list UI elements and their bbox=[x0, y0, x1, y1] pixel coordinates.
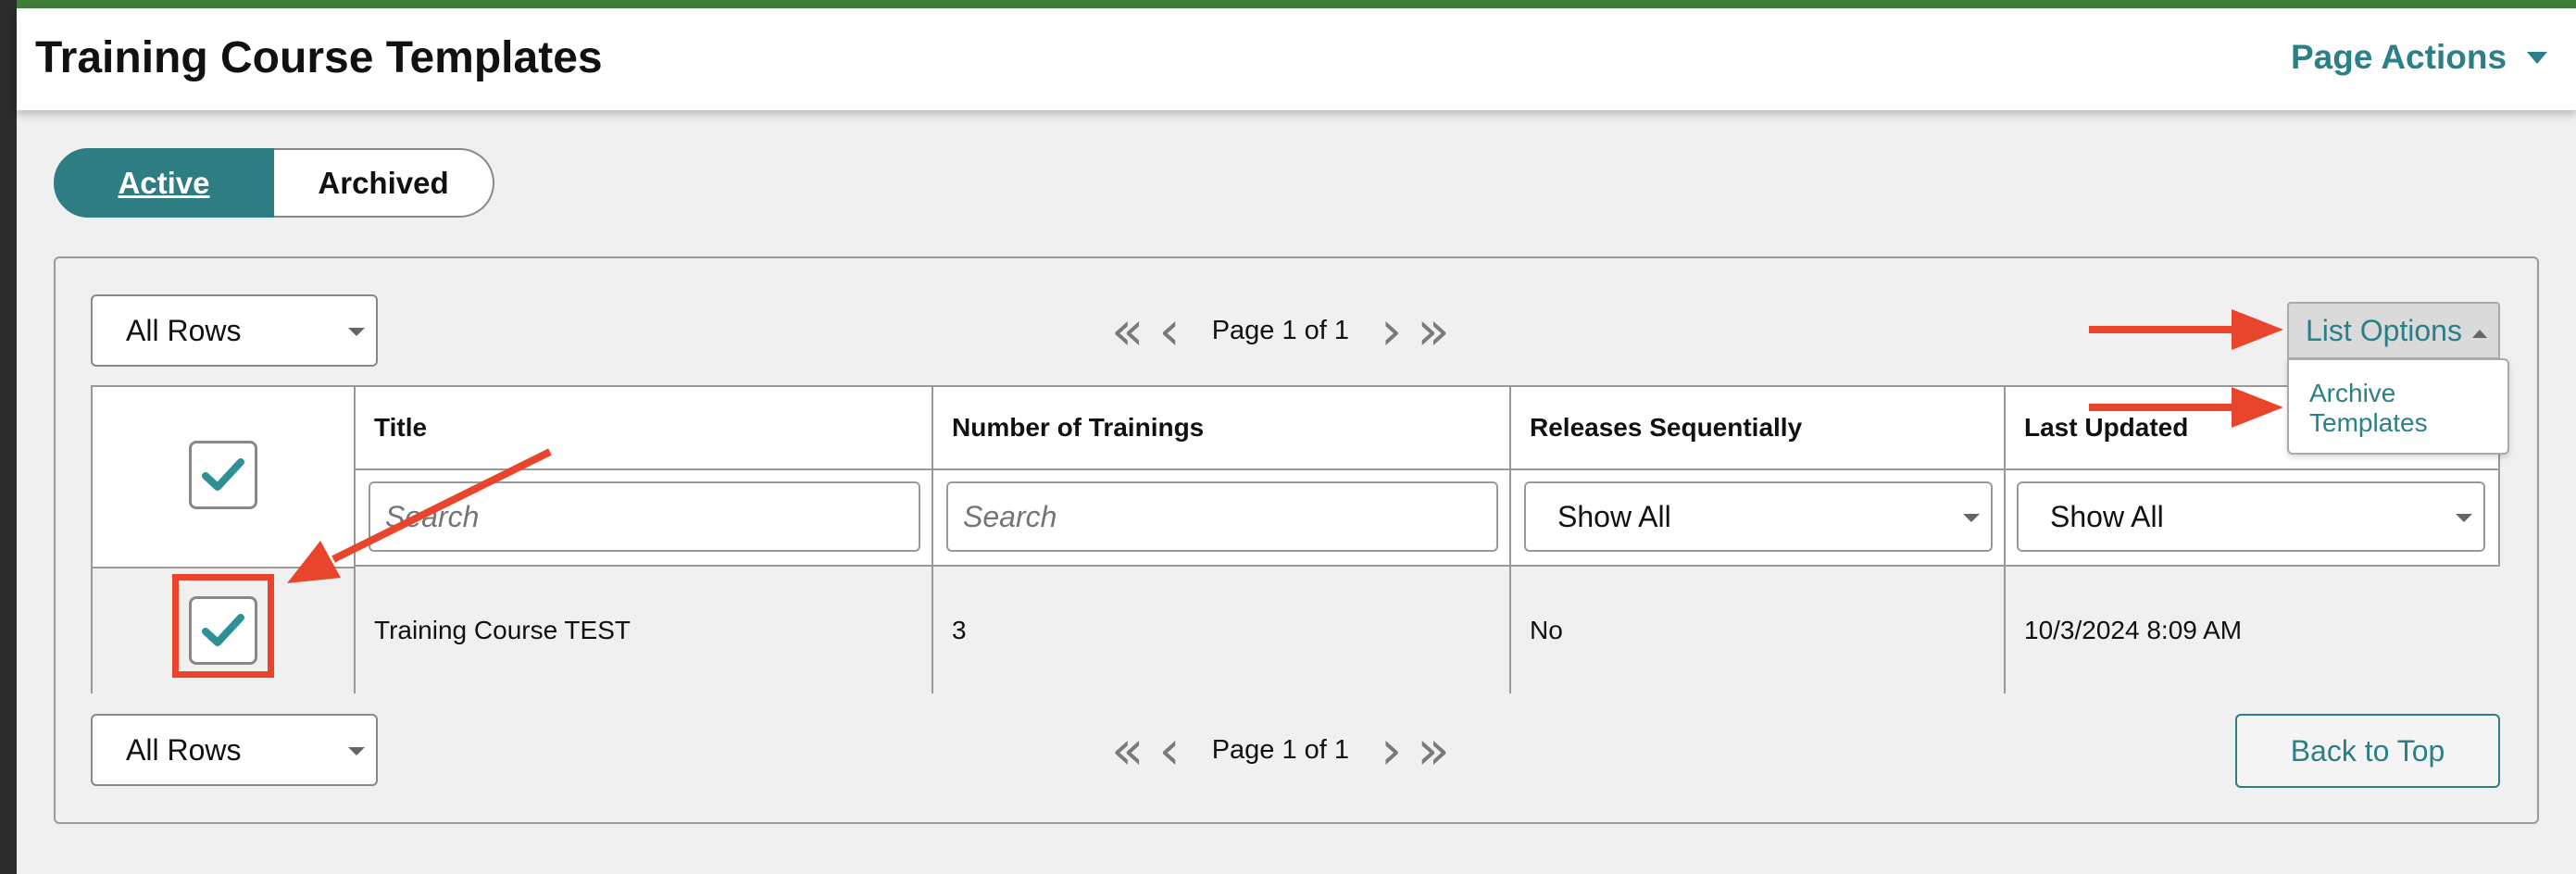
column-header-title[interactable]: Title bbox=[356, 387, 933, 470]
releases-filter-value: Show All bbox=[1557, 499, 1671, 533]
last-page-icon[interactable]: » bbox=[1417, 304, 1450, 357]
row-title: Training Course TEST bbox=[374, 615, 631, 644]
first-page-icon[interactable]: « bbox=[1111, 304, 1144, 357]
filter-cell-updated: Show All bbox=[2006, 470, 2500, 567]
tab-archived[interactable]: Archived bbox=[274, 148, 494, 218]
releases-filter-select[interactable]: Show All bbox=[1524, 481, 1993, 552]
page-header: Training Course Templates Page Actions bbox=[17, 8, 2576, 110]
checkmark-icon bbox=[202, 458, 244, 491]
chevron-up-icon bbox=[2472, 330, 2487, 338]
title-search-input[interactable] bbox=[369, 481, 920, 552]
next-page-icon[interactable]: › bbox=[1381, 723, 1402, 777]
top-accent-bar bbox=[0, 0, 2576, 8]
list-options-label: List Options bbox=[2306, 313, 2462, 347]
menu-item-archive-templates[interactable]: Archive Templates bbox=[2309, 379, 2485, 438]
column-header-releases-sequentially[interactable]: Releases Sequentially bbox=[1511, 387, 2006, 470]
previous-page-icon[interactable]: ‹ bbox=[1159, 304, 1181, 357]
dropdown-arrow-icon bbox=[348, 328, 365, 336]
dropdown-arrow-icon bbox=[348, 747, 365, 755]
filter-cell-releases: Show All bbox=[1511, 470, 2006, 567]
page-actions-label: Page Actions bbox=[2291, 38, 2507, 76]
row-releases: No bbox=[1530, 615, 1563, 644]
updated-filter-select[interactable]: Show All bbox=[2017, 481, 2485, 552]
rows-per-page-select-top[interactable]: All Rows bbox=[91, 294, 378, 367]
previous-page-icon[interactable]: ‹ bbox=[1159, 723, 1181, 777]
row-trainings: 3 bbox=[952, 615, 967, 644]
tab-active[interactable]: Active bbox=[54, 148, 274, 218]
rows-per-page-select-bottom[interactable]: All Rows bbox=[91, 714, 378, 786]
pagination-bottom: « ‹ Page 1 of 1 › » bbox=[1111, 722, 1450, 778]
cell-releases: No bbox=[1511, 567, 2006, 693]
cell-updated: 10/3/2024 8:09 AM bbox=[2006, 567, 2500, 693]
page-indicator: Page 1 of 1 bbox=[1211, 315, 1350, 345]
back-to-top-button[interactable]: Back to Top bbox=[2235, 714, 2500, 788]
select-all-checkbox[interactable] bbox=[189, 441, 257, 509]
next-page-icon[interactable]: › bbox=[1381, 304, 1402, 357]
rows-per-page-value: All Rows bbox=[126, 732, 242, 767]
first-page-icon[interactable]: « bbox=[1111, 723, 1144, 777]
page-title: Training Course Templates bbox=[35, 33, 603, 82]
updated-filter-value: Show All bbox=[2050, 499, 2164, 533]
filter-cell-title bbox=[356, 470, 933, 567]
select-all-cell bbox=[93, 387, 356, 567]
status-tab-toggle: Active Archived bbox=[54, 148, 494, 218]
dropdown-arrow-icon bbox=[1963, 514, 1980, 522]
page-actions-button[interactable]: Page Actions bbox=[2291, 38, 2548, 77]
last-page-icon[interactable]: » bbox=[1417, 723, 1450, 777]
row-updated: 10/3/2024 8:09 AM bbox=[2024, 615, 2243, 644]
list-options-menu: Archive Templates bbox=[2287, 358, 2509, 455]
templates-table: Title Number of Trainings Releases Seque… bbox=[91, 385, 2500, 693]
trainings-search-input[interactable] bbox=[946, 481, 1498, 552]
column-header-number-of-trainings[interactable]: Number of Trainings bbox=[933, 387, 1511, 470]
pagination-top: « ‹ Page 1 of 1 › » bbox=[1111, 303, 1450, 358]
filter-cell-trainings bbox=[933, 470, 1511, 567]
left-edge-bar bbox=[0, 0, 17, 874]
page-indicator: Page 1 of 1 bbox=[1211, 734, 1350, 765]
cell-title: Training Course TEST bbox=[356, 567, 933, 693]
rows-per-page-value: All Rows bbox=[126, 313, 242, 347]
dropdown-arrow-icon bbox=[2456, 514, 2472, 522]
cell-trainings: 3 bbox=[933, 567, 1511, 693]
annotation-highlight-box bbox=[172, 574, 274, 678]
list-options-button[interactable]: List Options bbox=[2287, 302, 2500, 359]
chevron-down-icon bbox=[2527, 51, 2548, 64]
